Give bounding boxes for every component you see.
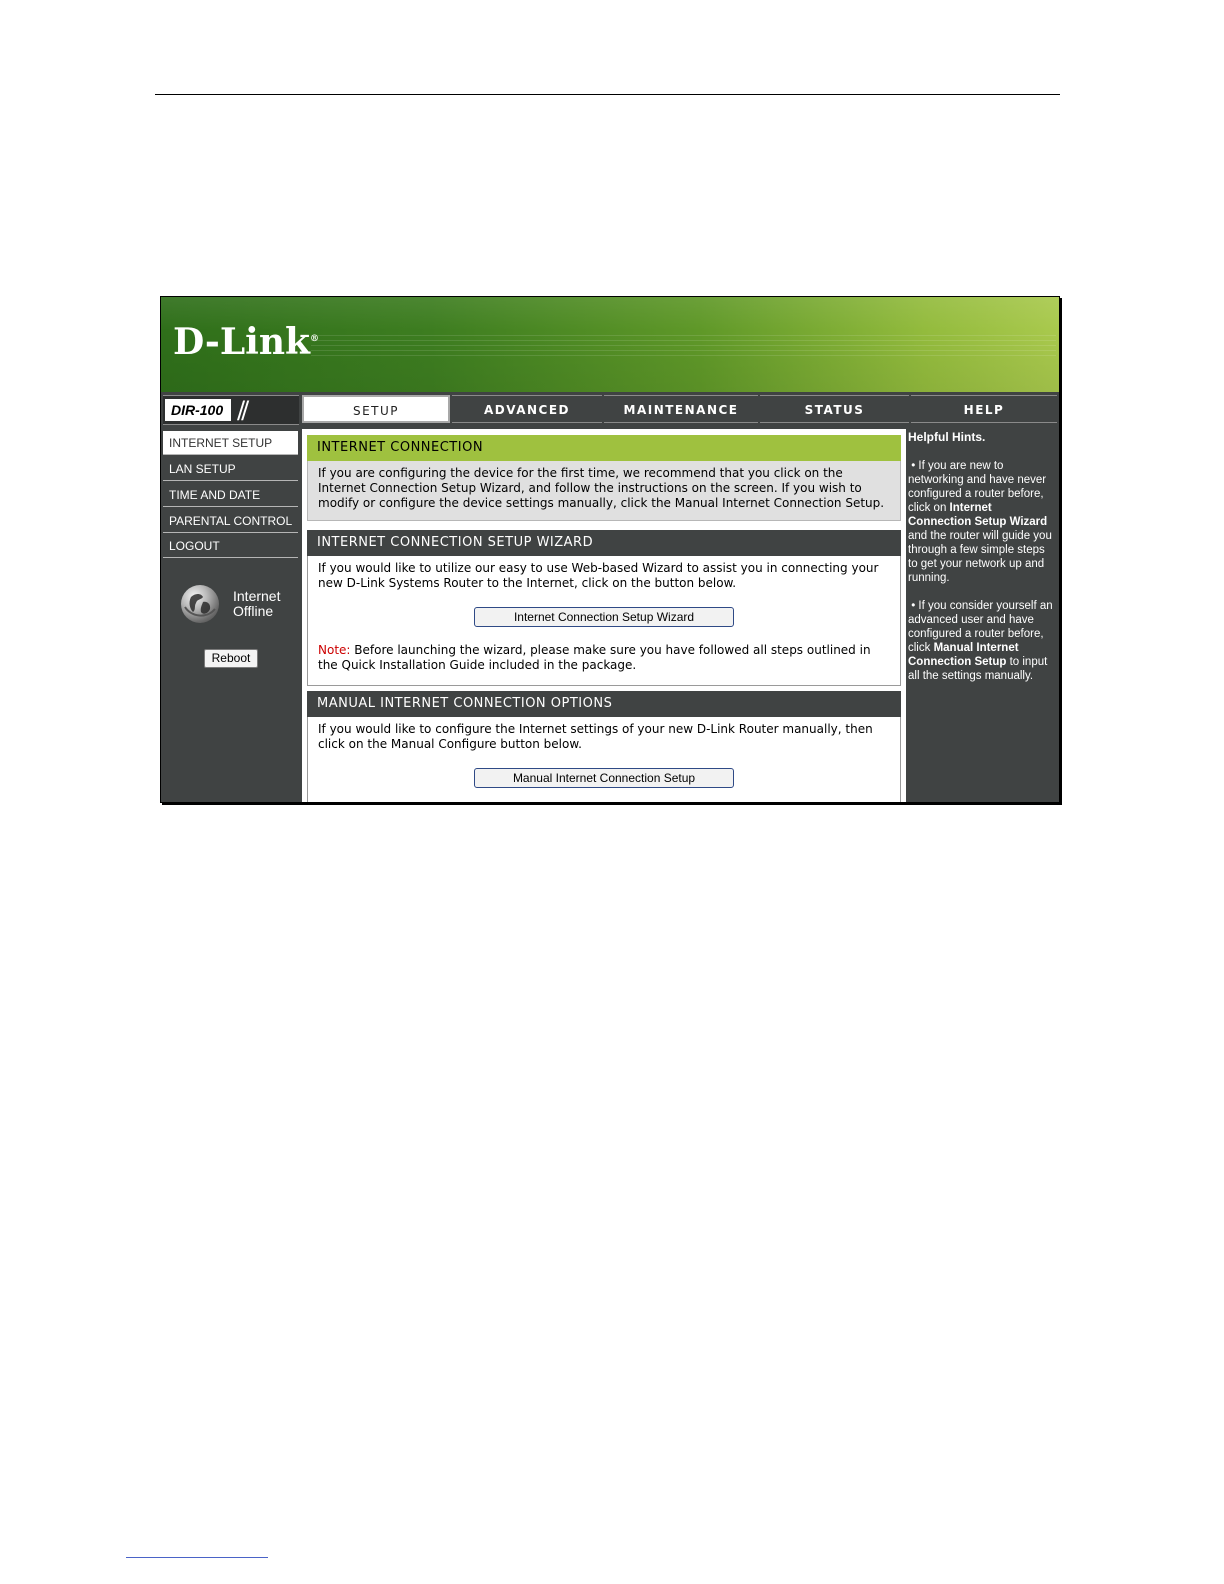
status-line-internet: Internet <box>233 588 281 604</box>
model-slash-decoration: // <box>237 396 249 424</box>
globe-icon <box>181 585 219 623</box>
tab-setup[interactable]: SETUP <box>302 395 450 423</box>
internet-connection-title: INTERNET CONNECTION <box>307 435 901 461</box>
manual-section-title: MANUAL INTERNET CONNECTION OPTIONS <box>307 691 901 717</box>
tab-advanced[interactable]: ADVANCED <box>452 395 602 423</box>
top-nav-bar: DIR-100 // SETUP ADVANCED MAINTENANCE ST… <box>161 393 1059 427</box>
model-name: DIR-100 <box>165 399 231 421</box>
help-panel: Helpful Hints. • If you are new to netwo… <box>908 429 1059 802</box>
router-admin-screenshot: D-Link® DIR-100 // SETUP ADVANCED MAINTE… <box>160 296 1060 803</box>
tab-maintenance[interactable]: MAINTENANCE <box>604 395 758 423</box>
help-title: Helpful Hints. <box>908 430 986 444</box>
hint-new-user: • If you are new to networking and have … <box>908 460 1052 584</box>
tab-help[interactable]: HELP <box>911 395 1057 423</box>
internet-status: Internet Offline <box>233 589 280 619</box>
sidebar-item-parental-control[interactable]: PARENTAL CONTROL <box>163 509 298 533</box>
manual-section-body: If you would like to configure the Inter… <box>307 717 901 802</box>
setup-wizard-button[interactable]: Internet Connection Setup Wizard <box>474 607 734 627</box>
wizard-description: If you would like to utilize our easy to… <box>318 561 879 590</box>
note-text: Before launching the wizard, please make… <box>318 643 871 672</box>
banner-speed-lines <box>311 335 1056 359</box>
sidebar: INTERNET SETUP LAN SETUP TIME AND DATE P… <box>161 429 300 802</box>
wizard-section-body: If you would like to utilize our easy to… <box>307 556 901 686</box>
sidebar-item-lan-setup[interactable]: LAN SETUP <box>163 457 298 481</box>
sidebar-item-internet-setup[interactable]: INTERNET SETUP <box>163 431 298 455</box>
reboot-button[interactable]: Reboot <box>204 649 258 668</box>
hint-advanced-user: • If you consider yourself an advanced u… <box>908 600 1053 682</box>
sidebar-item-logout[interactable]: LOGOUT <box>163 534 298 558</box>
wizard-note: Note: Before launching the wizard, pleas… <box>318 643 890 673</box>
model-badge: DIR-100 // <box>163 395 299 425</box>
sidebar-item-time-and-date[interactable]: TIME AND DATE <box>163 483 298 507</box>
manual-setup-button[interactable]: Manual Internet Connection Setup <box>474 768 734 788</box>
main-content: INTERNET CONNECTION If you are configuri… <box>302 429 906 802</box>
dlink-logo: D-Link® <box>173 321 319 363</box>
wizard-section-title: INTERNET CONNECTION SETUP WIZARD <box>307 530 901 556</box>
footer-rule <box>126 1557 268 1558</box>
note-label: Note: <box>318 643 351 657</box>
status-line-offline: Offline <box>233 603 274 619</box>
header-banner: D-Link® <box>161 297 1059 392</box>
manual-description: If you would like to configure the Inter… <box>318 722 873 751</box>
internet-connection-body: If you are configuring the device for th… <box>307 461 901 521</box>
tab-status[interactable]: STATUS <box>760 395 909 423</box>
page-top-rule <box>155 94 1060 95</box>
